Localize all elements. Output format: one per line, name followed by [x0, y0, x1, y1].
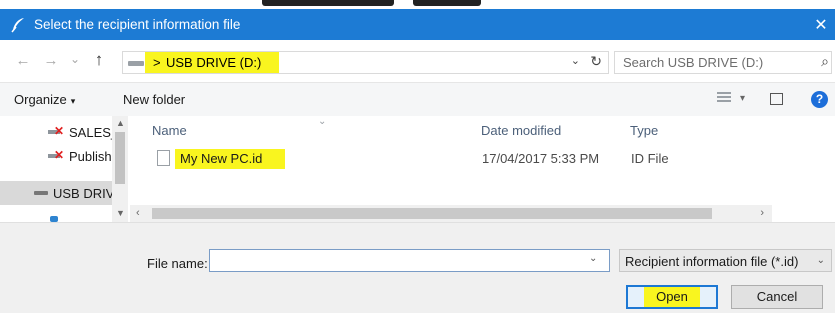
forward-arrow-icon[interactable]: →: [42, 52, 60, 69]
file-type-filter-value: Recipient information file (*.id): [625, 254, 799, 269]
up-arrow-icon[interactable]: ↑: [90, 50, 108, 70]
help-icon[interactable]: ?: [811, 91, 828, 108]
search-placeholder: Search USB DRIVE (D:): [623, 55, 764, 70]
file-date-modified: 17/04/2017 5:33 PM: [482, 151, 600, 166]
nav-item-partial[interactable]: [0, 208, 128, 222]
file-type-filter-select[interactable]: Recipient information file (*.id) ⌄: [619, 249, 832, 272]
search-input[interactable]: Search USB DRIVE (D:) ⌕: [614, 51, 832, 74]
file-type: ID File: [631, 151, 669, 166]
window-title: Select the recipient information file: [34, 17, 241, 32]
column-header-date-modified[interactable]: Date modified: [481, 123, 561, 138]
scrollbar-thumb[interactable]: [115, 132, 125, 184]
file-name: My New PC.id: [180, 151, 263, 166]
view-options-chevron-icon[interactable]: ▾: [740, 93, 745, 104]
nav-item-label: USB DRIV: [53, 185, 115, 201]
open-label: Open: [644, 287, 700, 307]
organize-button[interactable]: Organize ▾: [14, 92, 75, 107]
search-icon[interactable]: ⌕: [821, 53, 829, 70]
scroll-up-icon[interactable]: ▲: [116, 118, 125, 128]
usb-drive-icon: [128, 61, 144, 66]
column-header-name[interactable]: Name: [152, 123, 187, 138]
scroll-right-icon[interactable]: ›: [760, 207, 764, 219]
file-name-label: File name:: [147, 256, 208, 271]
refresh-icon[interactable]: ↻: [590, 53, 602, 70]
scrollbar-thumb[interactable]: [152, 208, 712, 219]
chevron-down-icon: ▾: [70, 96, 76, 106]
document-icon: [157, 150, 170, 166]
preview-pane-icon[interactable]: [770, 93, 783, 105]
nav-item-usb-drive[interactable]: USB DRIV: [0, 181, 128, 205]
sort-indicator-icon: ⌄: [318, 116, 327, 127]
change-view-icon[interactable]: [717, 92, 731, 106]
organize-label: Organize: [14, 92, 67, 107]
chevron-down-icon: ⌄: [816, 255, 825, 266]
address-dropdown-icon[interactable]: ⌄: [571, 54, 580, 67]
command-toolbar: Organize ▾ New folder ▾ ?: [0, 82, 835, 116]
column-header-type[interactable]: Type: [630, 123, 658, 138]
breadcrumb-location[interactable]: USB DRIVE (D:): [166, 55, 261, 70]
nav-item-published[interactable]: ✕ Publishe: [0, 144, 119, 168]
network-drive-disconnected-icon: ✕: [48, 124, 66, 138]
file-name-input[interactable]: [209, 249, 610, 272]
feather-pen-icon: [8, 15, 28, 35]
usb-drive-icon: [34, 191, 48, 195]
open-button[interactable]: Open: [626, 285, 718, 309]
file-row[interactable]: My New PC.id 17/04/2017 5:33 PM ID File: [147, 146, 807, 170]
address-row: ← → ⌄ ↑ > USB DRIVE (D:) ⌄ ↻ Search USB …: [0, 40, 835, 82]
scroll-corner: [772, 205, 835, 222]
title-bar: Select the recipient information file ✕: [0, 9, 835, 40]
cancel-button[interactable]: Cancel: [731, 285, 823, 309]
breadcrumb-chevron-icon[interactable]: >: [153, 55, 161, 70]
recent-locations-chevron-icon[interactable]: ⌄: [66, 52, 84, 66]
cropped-top-strip: [0, 0, 835, 9]
scroll-down-icon[interactable]: ▼: [116, 208, 125, 218]
back-arrow-icon[interactable]: ←: [14, 52, 32, 69]
file-name-dropdown-icon[interactable]: ⌄: [589, 253, 597, 264]
address-bar[interactable]: > USB DRIVE (D:) ⌄ ↻: [122, 51, 609, 74]
dialog-footer: File name: ⌄ Recipient information file …: [0, 222, 835, 313]
nav-item-sales[interactable]: ✕ SALES_N: [0, 120, 128, 144]
navigation-pane: ✕ SALES_N ✕ Publishe USB DRIV: [0, 116, 128, 222]
horizontal-scrollbar[interactable]: ‹ ›: [130, 205, 772, 222]
new-folder-button[interactable]: New folder: [123, 92, 185, 107]
network-drive-disconnected-icon: ✕: [48, 148, 66, 162]
close-icon[interactable]: ✕: [807, 9, 835, 40]
nav-pane-scrollbar[interactable]: ▲ ▼: [112, 116, 128, 222]
scroll-left-icon[interactable]: ‹: [136, 207, 140, 219]
